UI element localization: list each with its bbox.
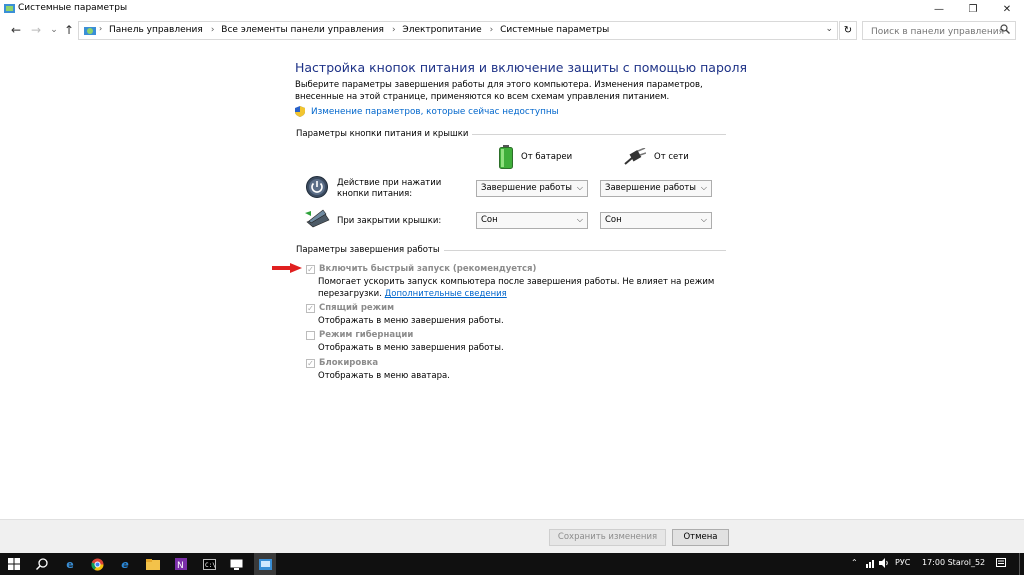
page-description: Выберите параметры завершения работы для…: [295, 80, 703, 102]
battery-column-label: От батареи: [521, 152, 573, 162]
back-arrow-icon[interactable]: ←: [8, 22, 24, 38]
fast-startup-description: Помогает ускорить запуск компьютера посл…: [318, 276, 718, 300]
lid-close-action-label: При закрытии крышки:: [337, 216, 442, 226]
command-prompt-icon[interactable]: C:\: [201, 556, 217, 572]
svg-text:C:\: C:\: [205, 562, 216, 569]
battery-column-header: От батареи: [499, 145, 572, 169]
red-arrow-icon: [272, 263, 302, 276]
lid-close-battery-value: Сон: [481, 215, 498, 225]
search-icon[interactable]: [1000, 24, 1010, 37]
battery-icon: [499, 145, 513, 169]
volume-icon[interactable]: [879, 558, 889, 570]
internet-explorer-icon[interactable]: e: [117, 556, 133, 572]
lock-option: ✓ Блокировка: [306, 358, 378, 368]
forward-arrow-icon[interactable]: →: [28, 22, 44, 38]
breadcrumb: Панель управления › Все элементы панели у…: [109, 25, 613, 35]
chevron-down-icon: ⌵: [576, 183, 583, 192]
lid-close-ac-select[interactable]: Сон ⌵: [600, 212, 712, 229]
sleep-description: Отображать в меню завершения работы.: [318, 316, 504, 326]
taskbar-clock[interactable]: 17:00 Starol_52: [922, 558, 985, 567]
shutdown-group-title: Параметры завершения работы: [296, 245, 444, 255]
taskbar: e e N C:\ ⌃ РУС 17:00 Starol_52: [0, 553, 1024, 575]
lid-close-battery-select[interactable]: Сон ⌵: [476, 212, 588, 229]
fast-startup-checkbox[interactable]: ✓: [306, 265, 315, 274]
laptop-lid-icon: [305, 208, 331, 231]
breadcrumb-separator-icon: ›: [99, 24, 103, 33]
up-arrow-icon[interactable]: ↑: [61, 22, 77, 38]
main-content: Настройка кнопок питания и включение защ…: [0, 42, 1024, 519]
input-language-indicator[interactable]: РУС: [895, 558, 910, 567]
close-button[interactable]: ✕: [990, 0, 1024, 18]
search-icon[interactable]: [34, 556, 50, 572]
power-plug-icon: [624, 148, 646, 165]
fast-startup-description-text: Помогает ускорить запуск компьютера посл…: [318, 277, 715, 299]
lock-description: Отображать в меню аватара.: [318, 371, 450, 381]
chevron-down-icon: ⌵: [700, 183, 707, 192]
remote-desktop-icon[interactable]: [228, 556, 244, 572]
breadcrumb-item-power-options[interactable]: Электропитание: [402, 25, 481, 35]
chrome-browser-icon[interactable]: [89, 556, 105, 572]
page-title: Настройка кнопок питания и включение защ…: [295, 60, 748, 75]
save-changes-button[interactable]: Сохранить изменения: [549, 529, 666, 546]
windows-start-icon[interactable]: [6, 556, 22, 572]
chevron-down-icon: ⌵: [700, 215, 707, 224]
control-panel-taskbar-icon[interactable]: [254, 553, 276, 575]
hibernate-option: Режим гибернации: [306, 330, 413, 340]
sleep-checkbox[interactable]: ✓: [306, 304, 315, 313]
notification-center-icon[interactable]: [996, 558, 1006, 570]
breadcrumb-separator-icon: ›: [210, 25, 215, 35]
power-button-ac-value: Завершение работы: [605, 183, 697, 193]
show-desktop-button[interactable]: [1019, 553, 1024, 575]
uac-shield-icon: [295, 106, 305, 117]
lid-close-ac-value: Сон: [605, 215, 622, 225]
onenote-icon[interactable]: N: [173, 556, 189, 572]
recent-locations-icon[interactable]: ⌄: [46, 22, 62, 38]
minimize-button[interactable]: —: [922, 0, 956, 18]
power-button-ac-select[interactable]: Завершение работы ⌵: [600, 180, 712, 197]
hibernate-description: Отображать в меню завершения работы.: [318, 343, 504, 353]
file-explorer-icon[interactable]: [145, 556, 161, 572]
breadcrumb-separator-icon: ›: [489, 25, 494, 35]
title-bar: Системные параметры — ❐ ✕: [0, 0, 1024, 18]
ac-column-label: От сети: [654, 152, 689, 162]
ac-column-header: От сети: [624, 148, 689, 166]
tray-chevron-up-icon[interactable]: ⌃: [851, 558, 858, 567]
network-icon[interactable]: [866, 558, 876, 570]
lock-checkbox[interactable]: ✓: [306, 359, 315, 368]
elevate-settings-link-label[interactable]: Изменение параметров, которые сейчас нед…: [311, 107, 559, 117]
address-dropdown-icon[interactable]: ⌄: [825, 24, 833, 34]
breadcrumb-separator-icon: ›: [391, 25, 396, 35]
lock-label: Блокировка: [319, 358, 379, 368]
restore-button[interactable]: ❐: [956, 0, 990, 18]
power-button-battery-value: Завершение работы: [481, 183, 573, 193]
fast-startup-option: ✓ Включить быстрый запуск (рекомендуется…: [306, 264, 536, 274]
cancel-button[interactable]: Отмена: [672, 529, 729, 546]
window-title: Системные параметры: [18, 3, 128, 13]
hibernate-checkbox[interactable]: [306, 331, 315, 340]
hibernate-label: Режим гибернации: [319, 330, 414, 340]
breadcrumb-item-all-items[interactable]: Все элементы панели управления: [221, 25, 384, 35]
breadcrumb-item-system-settings[interactable]: Системные параметры: [500, 25, 609, 35]
edge-browser-icon[interactable]: e: [62, 556, 78, 572]
power-button-battery-select[interactable]: Завершение работы ⌵: [476, 180, 588, 197]
sleep-option: ✓ Спящий режим: [306, 303, 394, 313]
more-info-link[interactable]: Дополнительные сведения: [385, 289, 507, 299]
footer-bar: Сохранить изменения Отмена: [0, 519, 1024, 553]
refresh-button[interactable]: ↻: [839, 21, 857, 40]
search-input[interactable]: [862, 21, 1016, 40]
power-button-icon: [306, 176, 328, 201]
breadcrumb-item-control-panel[interactable]: Панель управления: [109, 25, 203, 35]
control-panel-icon: [84, 25, 96, 40]
fast-startup-label: Включить быстрый запуск (рекомендуется): [319, 264, 537, 274]
sleep-label: Спящий режим: [319, 303, 395, 313]
address-bar[interactable]: › Панель управления › Все элементы панели…: [78, 21, 838, 40]
power-buttons-group-title: Параметры кнопки питания и крышки: [296, 129, 473, 139]
power-button-action-label: Действие при нажатии кнопки питания:: [337, 178, 442, 199]
svg-text:N: N: [177, 561, 184, 570]
chevron-down-icon: ⌵: [576, 215, 583, 224]
control-panel-app-icon: [4, 3, 15, 17]
elevate-settings-link[interactable]: Изменение параметров, которые сейчас нед…: [295, 106, 559, 117]
